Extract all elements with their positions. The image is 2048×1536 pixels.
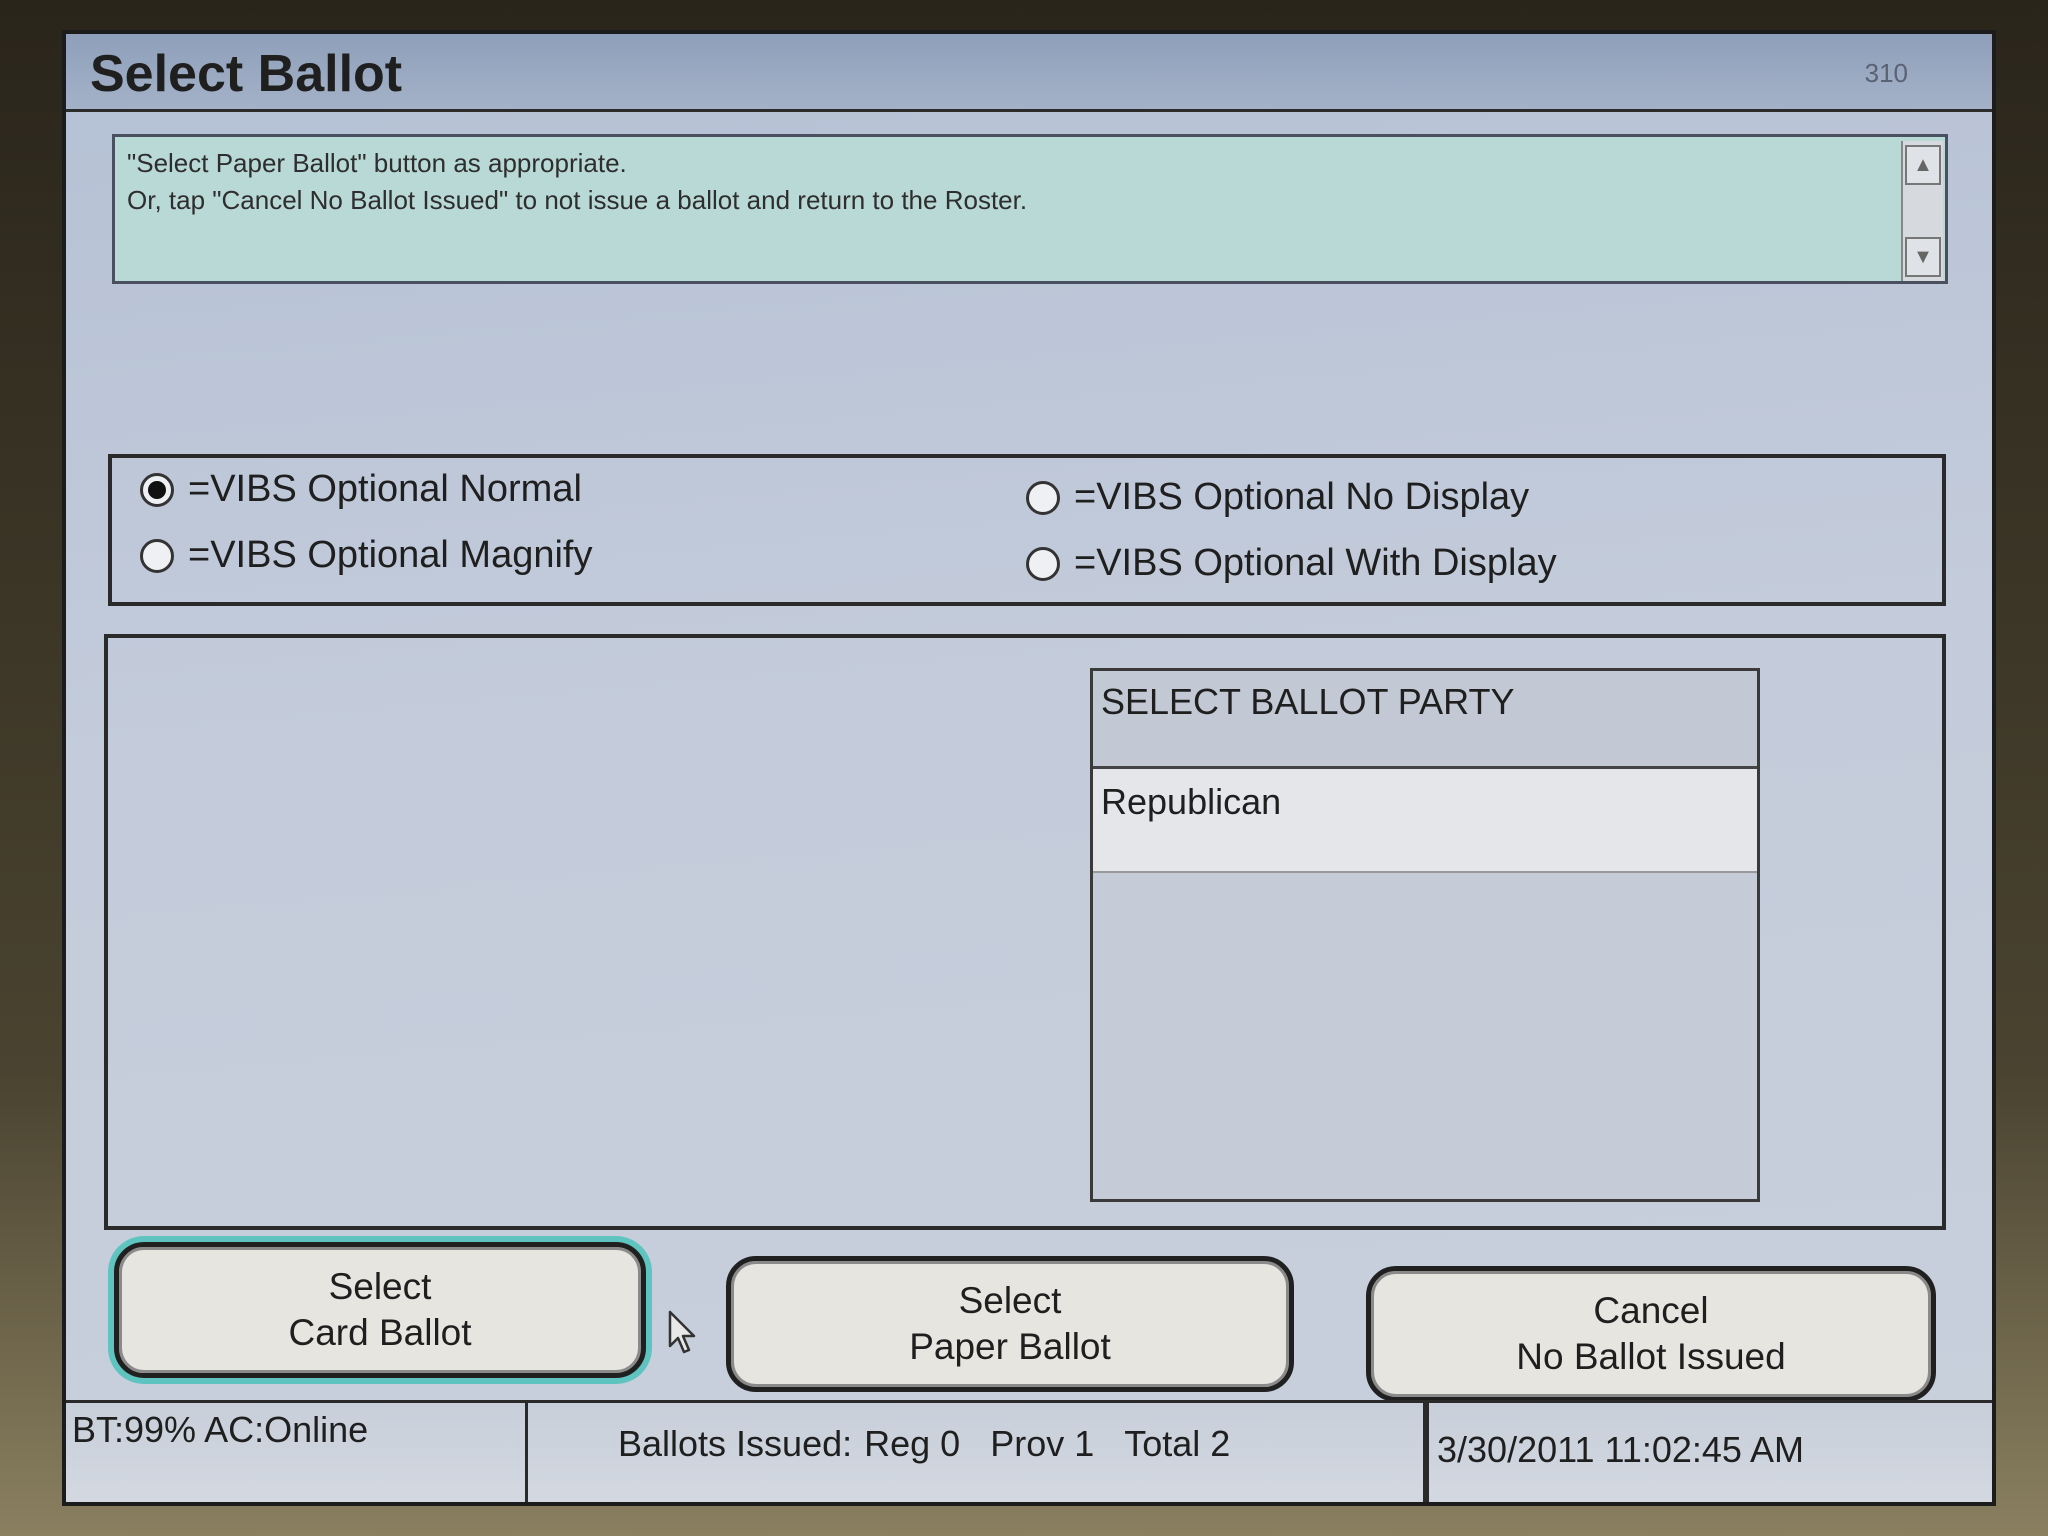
party-list-header-text: SELECT BALLOT PARTY <box>1101 681 1515 722</box>
vibs-option-label: =VIBS Optional Magnify <box>188 534 593 576</box>
instructions-box: "Select Paper Ballot" button as appropri… <box>112 134 1948 284</box>
button-label-line1: Cancel <box>1593 1290 1709 1331</box>
prov-count: Prov 1 <box>990 1423 1095 1464</box>
select-paper-ballot-button[interactable]: Select Paper Ballot <box>726 1256 1294 1392</box>
datetime-status: 3/30/2011 11:02:45 AM <box>1426 1403 1992 1502</box>
total-count: Total 2 <box>1124 1423 1231 1464</box>
radio-icon[interactable] <box>1026 480 1060 515</box>
instructions-scrollbar[interactable]: ▲ ▼ <box>1901 141 1943 281</box>
party-item-label: Republican <box>1101 781 1282 822</box>
screen: Select Ballot 310 "Select Paper Ballot" … <box>62 30 1996 1506</box>
ballot-party-list: SELECT BALLOT PARTY Republican <box>1090 668 1760 1202</box>
instructions-line-2: Or, tap "Cancel No Ballot Issued" to not… <box>127 185 1028 215</box>
button-label-line1: Select <box>328 1266 432 1307</box>
cancel-no-ballot-button[interactable]: Cancel No Ballot Issued <box>1366 1266 1936 1402</box>
screen-number: 310 <box>1864 58 1908 88</box>
ballots-issued-label: Ballots Issued: <box>618 1423 853 1464</box>
vibs-option-no-display[interactable]: =VIBS Optional No Display <box>1026 476 1529 519</box>
scroll-up-arrow-icon[interactable]: ▲ <box>1905 145 1941 185</box>
title-bar: Select Ballot 310 <box>66 34 1992 112</box>
page-title: Select Ballot <box>90 45 403 103</box>
battery-status-text: BT:99% AC:Online <box>72 1409 369 1450</box>
mouse-pointer-icon <box>668 1310 696 1354</box>
vibs-option-with-display[interactable]: =VIBS Optional With Display <box>1026 542 1557 585</box>
button-label-line1: Select <box>958 1280 1062 1321</box>
party-list-item-republican[interactable]: Republican <box>1093 769 1757 873</box>
vibs-option-normal[interactable]: =VIBS Optional Normal <box>140 468 582 511</box>
ballots-issued-status: Ballots Issued: Reg 0 Prov 1 Total 2 <box>528 1403 1426 1502</box>
battery-status: BT:99% AC:Online <box>66 1403 528 1502</box>
radio-icon[interactable] <box>1026 546 1060 581</box>
radio-icon[interactable] <box>140 538 174 573</box>
button-label-line2: No Ballot Issued <box>1516 1336 1786 1377</box>
vibs-options-panel: =VIBS Optional Normal =VIBS Optional Mag… <box>108 454 1946 606</box>
vibs-option-label: =VIBS Optional No Display <box>1074 476 1530 518</box>
vibs-option-label: =VIBS Optional Normal <box>188 468 582 510</box>
party-list-header: SELECT BALLOT PARTY <box>1093 671 1757 769</box>
select-card-ballot-button[interactable]: Select Card Ballot <box>114 1242 646 1378</box>
instructions-text: "Select Paper Ballot" button as appropri… <box>127 145 1887 219</box>
reg-count: Reg 0 <box>864 1423 961 1464</box>
status-bar: BT:99% AC:Online Ballots Issued: Reg 0 P… <box>66 1400 1992 1502</box>
main-panel: SELECT BALLOT PARTY Republican <box>104 634 1946 1230</box>
radio-selected-icon[interactable] <box>140 472 174 507</box>
button-label-line2: Paper Ballot <box>909 1326 1111 1367</box>
vibs-option-magnify[interactable]: =VIBS Optional Magnify <box>140 534 593 577</box>
datetime-text: 3/30/2011 11:02:45 AM <box>1437 1429 1804 1470</box>
instructions-line-1: "Select Paper Ballot" button as appropri… <box>127 148 627 178</box>
button-label-line2: Card Ballot <box>288 1312 472 1353</box>
vibs-option-label: =VIBS Optional With Display <box>1074 542 1557 584</box>
scroll-down-arrow-icon[interactable]: ▼ <box>1905 237 1941 277</box>
